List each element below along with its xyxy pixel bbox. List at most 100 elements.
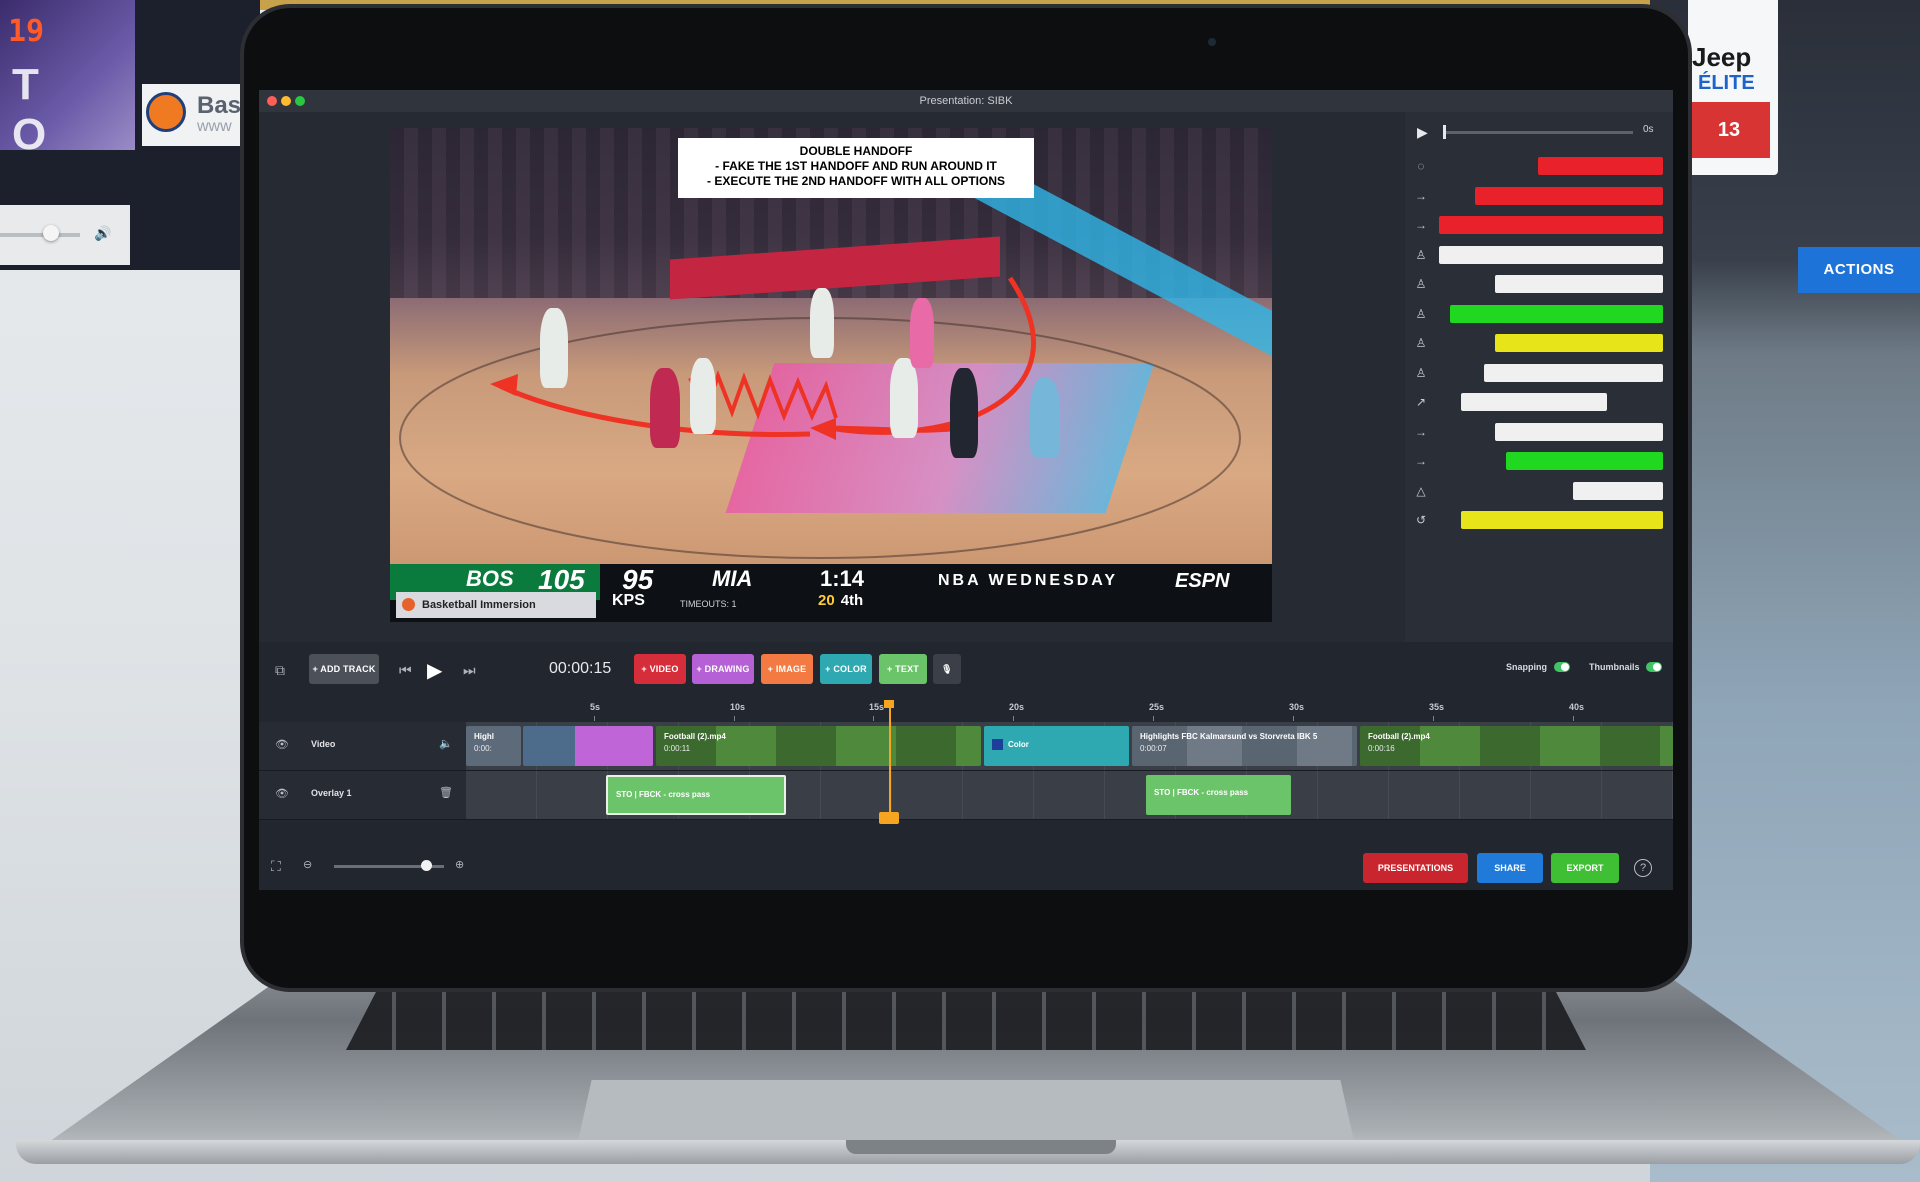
kps-logo: KPS: [612, 592, 645, 609]
timeline-clip[interactable]: [523, 726, 653, 766]
layer-row[interactable]: ◌: [1405, 152, 1673, 181]
sponsor-board: Jeep ÉLITE 13: [1688, 0, 1778, 175]
video-frame[interactable]: DOUBLE HANDOFF - FAKE THE 1ST HANDOFF AN…: [390, 128, 1272, 622]
layer-row[interactable]: ↺: [1405, 506, 1673, 535]
visibility-eye-icon[interactable]: 👁: [275, 787, 289, 800]
layer-timing-bar[interactable]: [1450, 304, 1663, 323]
track-name: Video: [311, 739, 336, 749]
presentations-button[interactable]: PRESENTATIONS: [1363, 853, 1468, 883]
ruler-tick: 35s: [1429, 702, 1445, 721]
layer-row[interactable]: ♙: [1405, 241, 1673, 270]
player-figure: [810, 288, 834, 358]
player-figure: [890, 358, 918, 438]
playhead[interactable]: [889, 702, 891, 818]
layer-timing-bar[interactable]: [1506, 452, 1663, 470]
export-button[interactable]: EXPORT: [1551, 853, 1619, 883]
sponsor-sub: ÉLITE: [1698, 72, 1755, 94]
player-icon: ♙: [1415, 277, 1427, 291]
skip-back-icon[interactable]: ⏮: [399, 662, 412, 679]
rotate-icon: ↺: [1415, 513, 1427, 527]
zoom-in-icon[interactable]: ⊕: [455, 858, 464, 871]
layer-scrubber[interactable]: [1443, 131, 1633, 134]
broadcast-title: NBA WEDNESDAY: [938, 572, 1119, 589]
timeline-clip[interactable]: Highl 0:00:: [466, 726, 521, 766]
zoom-knob[interactable]: [421, 860, 432, 871]
layer-row[interactable]: ↗: [1405, 388, 1673, 417]
thumbnails-label: Thumbnails: [1589, 662, 1640, 672]
duplicate-icon[interactable]: ⧉: [275, 662, 285, 679]
layer-row[interactable]: ♙: [1405, 329, 1673, 358]
layer-row[interactable]: △: [1405, 477, 1673, 506]
layer-row[interactable]: ♙: [1405, 300, 1673, 329]
share-button[interactable]: SHARE: [1477, 853, 1543, 883]
layer-row[interactable]: ♙: [1405, 359, 1673, 388]
text-overlay[interactable]: DOUBLE HANDOFF - FAKE THE 1ST HANDOFF AN…: [678, 138, 1034, 198]
clip-label: Football (2).mp4: [1368, 732, 1430, 741]
basketball-url: www: [197, 118, 232, 135]
layer-timing-bar[interactable]: [1439, 216, 1663, 234]
trash-icon[interactable]: 🗑: [439, 786, 453, 799]
play-button-icon[interactable]: ▶: [427, 658, 442, 683]
skip-forward-icon[interactable]: ⏭: [463, 662, 476, 679]
player-figure: [650, 368, 680, 448]
background-scoreboard: 19 T O: [0, 0, 135, 159]
broadcast-scorebar: BOS 105 95 MIA 1:14 20 4th NBA WEDNESDAY …: [390, 564, 1272, 622]
layer-row[interactable]: ♙: [1405, 270, 1673, 299]
volume-icon[interactable]: 🔈: [439, 737, 453, 750]
visibility-eye-icon[interactable]: 👁: [275, 738, 289, 751]
background-left-screens: 19 T O 🔊 Bask www: [0, 0, 260, 270]
ruler-tick: 20s: [1009, 702, 1025, 721]
layer-row[interactable]: →: [1405, 418, 1673, 447]
color-clip[interactable]: Color: [984, 726, 1129, 766]
arrow-head-middle: [810, 418, 836, 440]
layer-timing-bar[interactable]: [1461, 393, 1607, 411]
add-drawing-button[interactable]: + DRAWING: [692, 654, 754, 684]
playhead-marker[interactable]: [879, 812, 899, 824]
fit-screen-icon[interactable]: ⛶: [271, 858, 281, 875]
timeline-clip[interactable]: Football (2).mp4 0:00:11: [656, 726, 981, 766]
track-lane[interactable]: STO | FBCK - cross pass STO | FBCK - cro…: [466, 771, 1673, 819]
microphone-icon: 🎙: [941, 664, 953, 674]
clip-duration: 0:00:11: [664, 744, 691, 753]
layer-timing-bar[interactable]: [1495, 275, 1663, 293]
layer-row[interactable]: →: [1405, 447, 1673, 476]
circle-icon: ◌: [1417, 159, 1425, 173]
timeline-clip[interactable]: Highlights FBC Kalmarsund vs Storvreta I…: [1132, 726, 1357, 766]
layer-timing-bar[interactable]: [1461, 511, 1663, 529]
timeline-clip[interactable]: Football (2).mp4 0:00:16: [1360, 726, 1673, 766]
video-preview-area: DOUBLE HANDOFF - FAKE THE 1ST HANDOFF AN…: [259, 112, 1405, 642]
time-ruler[interactable]: 5s 10s 15s 20s 25s 30s 35s 40s: [466, 698, 1673, 721]
layer-row[interactable]: →: [1405, 211, 1673, 240]
layer-timing-bar[interactable]: [1483, 363, 1663, 382]
add-text-button[interactable]: + TEXT: [879, 654, 927, 684]
video-track: 👁 Video 🔈 Highl 0:00: Football (2).mp4 0…: [259, 722, 1673, 771]
bottom-bar: ⛶ ⊖ ⊕ PRESENTATIONS SHARE EXPORT ?: [259, 843, 1673, 890]
help-icon[interactable]: ?: [1634, 859, 1652, 877]
add-image-button[interactable]: + IMAGE: [761, 654, 813, 684]
scoreboard-letters: T O: [12, 60, 65, 159]
add-track-button[interactable]: + ADD TRACK: [309, 654, 379, 684]
overlay-clip[interactable]: STO | FBCK - cross pass: [606, 775, 786, 815]
zoom-out-icon[interactable]: ⊖: [303, 858, 312, 871]
speaker-icon: 🔊: [94, 225, 112, 241]
volume-track: [0, 233, 80, 237]
add-color-button[interactable]: + COLOR: [820, 654, 872, 684]
shot-clock-value: 20: [818, 592, 835, 609]
microphone-button[interactable]: 🎙: [933, 654, 961, 684]
snapping-label: Snapping: [1506, 662, 1547, 672]
play-icon[interactable]: ▶: [1417, 124, 1428, 141]
overlay-clip[interactable]: STO | FBCK - cross pass: [1146, 775, 1291, 815]
snapping-toggle[interactable]: [1554, 662, 1570, 672]
camera-icon: [1208, 38, 1216, 46]
layer-timing-bar[interactable]: [1439, 245, 1663, 264]
layer-timing-bar[interactable]: [1474, 186, 1663, 205]
layer-timing-bar[interactable]: [1573, 481, 1663, 500]
add-video-button[interactable]: + VIDEO: [634, 654, 686, 684]
thumbnails-toggle[interactable]: [1646, 662, 1662, 672]
track-lane[interactable]: Highl 0:00: Football (2).mp4 0:00:11 Col…: [466, 722, 1673, 770]
layer-timing-bar[interactable]: [1495, 334, 1663, 352]
layer-timing-bar[interactable]: [1495, 422, 1663, 441]
layer-scrubber-thumb[interactable]: [1443, 125, 1446, 139]
layer-timing-bar[interactable]: [1537, 157, 1663, 175]
layer-row[interactable]: →: [1405, 182, 1673, 211]
